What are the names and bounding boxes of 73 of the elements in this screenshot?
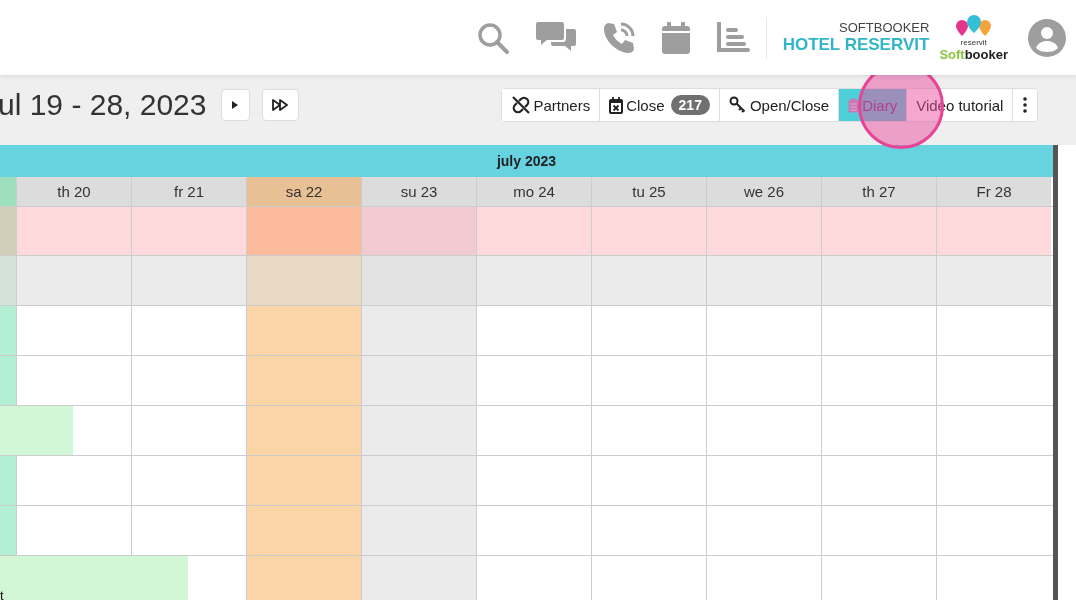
booking-bar[interactable] — [0, 306, 16, 355]
calendar-icon[interactable] — [660, 20, 691, 55]
calendar-cell[interactable] — [936, 207, 1051, 255]
count-badge: 217 — [670, 95, 710, 115]
calendar-cell[interactable] — [591, 256, 706, 305]
calendar-cell[interactable] — [16, 207, 131, 255]
user-avatar-icon[interactable] — [1028, 18, 1066, 57]
day-header: th 27 — [821, 177, 936, 206]
calendar-cell[interactable] — [246, 306, 361, 355]
calendar-cell[interactable] — [361, 256, 476, 305]
calendar-cell[interactable] — [16, 256, 131, 305]
calendar-cell[interactable] — [246, 506, 361, 555]
calendar-cell[interactable] — [246, 406, 361, 455]
calendar-cell[interactable] — [131, 256, 246, 305]
logo-text: Softbooker — [939, 46, 1008, 62]
booking-bar[interactable] — [0, 456, 16, 505]
day-header: th 20 — [16, 177, 131, 206]
hotel-name: HOTEL RESERVIT — [782, 35, 930, 55]
calendar-cell[interactable] — [476, 207, 591, 255]
month-label: july 2023 — [496, 153, 557, 169]
calendar-cell[interactable] — [246, 456, 361, 505]
calendar-cell[interactable] — [476, 256, 591, 305]
next-button[interactable] — [220, 89, 250, 121]
map-pins-icon — [953, 13, 994, 38]
calendar-cell[interactable] — [246, 207, 361, 255]
booking-bar[interactable] — [0, 356, 16, 405]
bar-chart-icon[interactable] — [715, 21, 750, 54]
calendar-cell[interactable] — [706, 207, 821, 255]
fast-forward-icon — [272, 99, 288, 111]
calendar-cell[interactable] — [361, 406, 476, 455]
day-header: Fr 28 — [936, 177, 1051, 206]
calendar-cell[interactable] — [361, 506, 476, 555]
logo-subtitle: reservit — [960, 37, 987, 47]
calendar-x-icon — [609, 96, 624, 114]
search-icon[interactable] — [475, 20, 510, 55]
calendar-cell[interactable] — [0, 256, 16, 305]
calendar-cell[interactable] — [246, 256, 361, 305]
calendar-cell[interactable] — [361, 207, 476, 255]
calendar-cell[interactable] — [821, 207, 936, 255]
key-icon — [728, 96, 747, 114]
company-name: SOFTBOOKER — [839, 20, 930, 35]
more-icon — [1023, 97, 1028, 113]
calendar-cell[interactable] — [821, 256, 936, 305]
calendar-cell[interactable] — [361, 306, 476, 355]
unlink-icon — [510, 96, 531, 114]
day-header: fr 21 — [131, 177, 246, 206]
calendar-cell[interactable] — [361, 356, 476, 405]
calendar-cell[interactable] — [936, 256, 1051, 305]
day-header: tu 25 — [591, 177, 706, 206]
day-header: sa 22 — [246, 177, 361, 206]
booking-bar[interactable] — [0, 406, 73, 455]
date-range-title: ul 19 - 28, 2023 — [0, 88, 207, 122]
guest-name: t — [0, 588, 4, 600]
calendar-cell[interactable] — [246, 356, 361, 405]
day-header: mo 24 — [476, 177, 591, 206]
day-header: we 26 — [706, 177, 821, 206]
day-header: su 23 — [361, 177, 476, 206]
scrollbar[interactable] — [1053, 145, 1058, 600]
calendar-cell[interactable] — [361, 556, 476, 600]
booking-bar[interactable]: t — [0, 556, 188, 600]
calendar-cell[interactable] — [361, 456, 476, 505]
calendar-cell[interactable] — [0, 207, 16, 255]
fast-forward-button[interactable] — [261, 89, 299, 121]
previous-day-header — [0, 177, 16, 206]
booking-bar[interactable] — [0, 506, 16, 555]
calendar-cell[interactable] — [131, 207, 246, 255]
clipboard-icon — [848, 97, 860, 113]
calendar-cell[interactable] — [246, 556, 361, 600]
calendar-cell[interactable] — [591, 207, 706, 255]
calendar-cell[interactable] — [706, 256, 821, 305]
toolbar-tab[interactable]: Partners — [501, 89, 601, 121]
play-icon — [231, 100, 239, 110]
phone-icon[interactable] — [601, 20, 636, 55]
